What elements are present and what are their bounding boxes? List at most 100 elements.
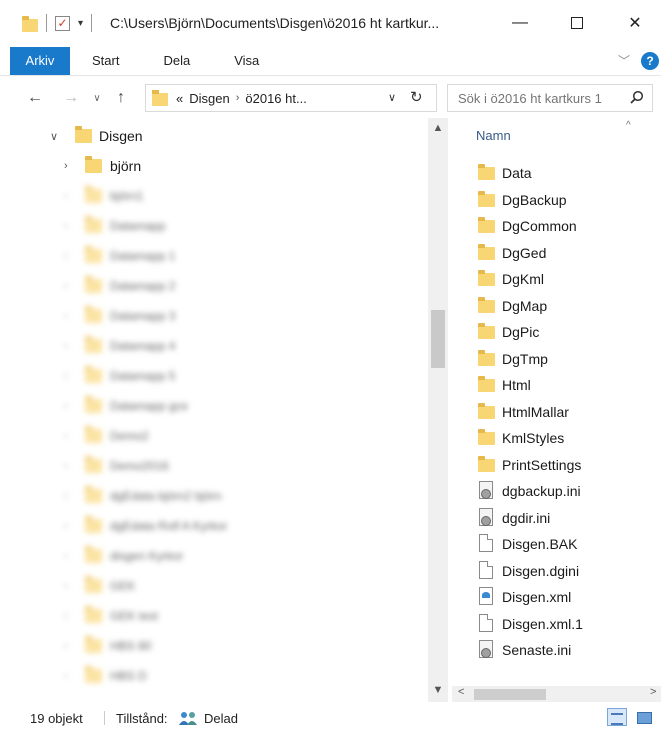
folder-icon[interactable]: [22, 15, 38, 32]
breadcrumb-current[interactable]: ö2016 ht...: [245, 91, 306, 106]
collapsed-chevron-icon[interactable]: ›: [64, 580, 68, 592]
collapsed-chevron-icon[interactable]: ›: [64, 190, 68, 202]
tree-item[interactable]: › Datamapp gce: [0, 391, 428, 421]
xml-file-icon: [479, 587, 493, 605]
expand-ribbon-chevron-icon[interactable]: ﹀: [618, 52, 630, 69]
tree-item[interactable]: › GEK test: [0, 601, 428, 631]
minimize-button[interactable]: —: [497, 0, 543, 46]
collapsed-chevron-icon[interactable]: ›: [64, 670, 68, 682]
file-list-item[interactable]: Disgen.xml.1: [476, 611, 656, 637]
collapsed-chevron-icon[interactable]: ›: [64, 340, 68, 352]
collapsed-chevron-icon[interactable]: ›: [64, 550, 68, 562]
tree-item[interactable]: › Datamapp 4: [0, 331, 428, 361]
scroll-right-icon[interactable]: >: [650, 686, 656, 698]
scroll-thumb[interactable]: [431, 310, 445, 368]
collapsed-chevron-icon[interactable]: ›: [64, 520, 68, 532]
tree-item-disgen[interactable]: ∨ Disgen: [0, 121, 428, 151]
help-icon[interactable]: ?: [641, 52, 659, 70]
tree-item[interactable]: › HBS 80: [0, 631, 428, 661]
up-button[interactable]: ↑: [110, 89, 132, 107]
collapsed-chevron-icon[interactable]: ›: [64, 400, 68, 412]
file-list-item[interactable]: Senaste.ini: [476, 637, 656, 663]
file-list-item[interactable]: DgMap: [476, 293, 656, 319]
tab-start[interactable]: Start: [70, 53, 141, 68]
search-box[interactable]: [447, 84, 653, 112]
tree-item[interactable]: › Datamapp 3: [0, 301, 428, 331]
file-list-item[interactable]: DgBackup: [476, 187, 656, 213]
tree-item[interactable]: › disgen Kyrkor: [0, 541, 428, 571]
details-view-icon[interactable]: [607, 708, 627, 726]
tree-item[interactable]: › Datamapp 1: [0, 241, 428, 271]
search-icon[interactable]: [630, 90, 644, 104]
tree-item[interactable]: › dgEdata björn2 björn: [0, 481, 428, 511]
close-button[interactable]: ✕: [612, 0, 658, 46]
forward-button[interactable]: →: [60, 89, 82, 107]
scroll-thumb[interactable]: [474, 689, 546, 700]
breadcrumb-disgen[interactable]: Disgen: [189, 91, 229, 106]
collapsed-chevron-icon[interactable]: ›: [64, 280, 68, 292]
tree-item[interactable]: › Datamapp: [0, 211, 428, 241]
column-header-name[interactable]: Namn: [476, 128, 511, 143]
file-list-item[interactable]: Html: [476, 372, 656, 398]
collapsed-chevron-icon[interactable]: ›: [64, 460, 68, 472]
file-list-item[interactable]: PrintSettings: [476, 452, 656, 478]
scroll-down-icon[interactable]: ▼: [428, 684, 448, 696]
refresh-button[interactable]: ↻: [410, 88, 423, 106]
collapsed-chevron-icon[interactable]: ›: [64, 220, 68, 232]
collapsed-chevron-icon[interactable]: ›: [64, 640, 68, 652]
file-list-item[interactable]: DgGed: [476, 240, 656, 266]
tab-dela[interactable]: Dela: [141, 53, 212, 68]
tree-item[interactable]: › HBS D: [0, 661, 428, 691]
file-list-item[interactable]: Disgen.xml: [476, 584, 656, 610]
tree-item[interactable]: › Datamapp 5: [0, 361, 428, 391]
file-list-item[interactable]: DgTmp: [476, 346, 656, 372]
search-input[interactable]: [458, 90, 622, 106]
file-name: DgKml: [502, 271, 545, 287]
collapsed-chevron-icon[interactable]: ›: [64, 430, 68, 442]
breadcrumb-overflow[interactable]: «: [176, 91, 183, 106]
file-list-item[interactable]: HtmlMallar: [476, 399, 656, 425]
tree-item[interactable]: › Demo2: [0, 421, 428, 451]
collapsed-chevron-icon[interactable]: ›: [64, 370, 68, 382]
settings-file-icon: [479, 481, 493, 499]
scroll-left-icon[interactable]: <: [458, 686, 464, 698]
file-list-item[interactable]: Data: [476, 160, 656, 186]
recent-locations-dropdown[interactable]: ∨: [88, 93, 106, 104]
maximize-icon: [571, 17, 583, 29]
large-icons-view-icon[interactable]: [634, 708, 654, 726]
properties-check-icon[interactable]: ✓: [55, 15, 70, 31]
file-list-item[interactable]: dgdir.ini: [476, 505, 656, 531]
collapsed-chevron-icon[interactable]: ›: [64, 310, 68, 322]
collapsed-chevron-icon[interactable]: ›: [64, 610, 68, 622]
tab-visa[interactable]: Visa: [212, 53, 281, 68]
tree-item[interactable]: › Datamapp 2: [0, 271, 428, 301]
navigation-scrollbar[interactable]: ▲ ▼: [428, 118, 448, 702]
tree-item[interactable]: › björn1: [0, 181, 428, 211]
address-dropdown[interactable]: ∨: [388, 91, 396, 104]
file-list-item[interactable]: DgKml: [476, 266, 656, 292]
tree-item[interactable]: › dgEdata Rolf A Kyrkor: [0, 511, 428, 541]
file-list-item[interactable]: dgbackup.ini: [476, 478, 656, 504]
maximize-button[interactable]: [554, 0, 600, 46]
file-list-horizontal-scrollbar[interactable]: < >: [452, 686, 661, 702]
breadcrumb-separator[interactable]: ›: [236, 92, 240, 104]
collapsed-chevron-icon[interactable]: ›: [64, 490, 68, 502]
address-bar[interactable]: « Disgen › ö2016 ht... ∨ ↻: [145, 84, 437, 112]
scroll-up-icon[interactable]: ▲: [428, 122, 448, 134]
tree-item-bjorn[interactable]: › björn: [0, 151, 428, 181]
tree-item-label: björn: [110, 158, 142, 174]
tab-arkiv[interactable]: Arkiv: [10, 46, 70, 75]
file-list-item[interactable]: Disgen.BAK: [476, 531, 656, 557]
tree-item[interactable]: › GEK: [0, 571, 428, 601]
file-list-item[interactable]: DgPic: [476, 319, 656, 345]
folder-icon: [85, 666, 102, 683]
customize-toolbar-dropdown[interactable]: ▾: [78, 18, 83, 29]
collapsed-chevron-icon[interactable]: ›: [64, 250, 68, 262]
file-list-item[interactable]: DgCommon: [476, 213, 656, 239]
tree-item[interactable]: › Demo2016: [0, 451, 428, 481]
file-list-item[interactable]: Disgen.dgini: [476, 558, 656, 584]
back-button[interactable]: ←: [24, 89, 46, 107]
collapsed-chevron-icon[interactable]: ›: [64, 160, 68, 172]
file-list-item[interactable]: KmlStyles: [476, 425, 656, 451]
expanded-chevron-icon[interactable]: ∨: [50, 130, 58, 143]
